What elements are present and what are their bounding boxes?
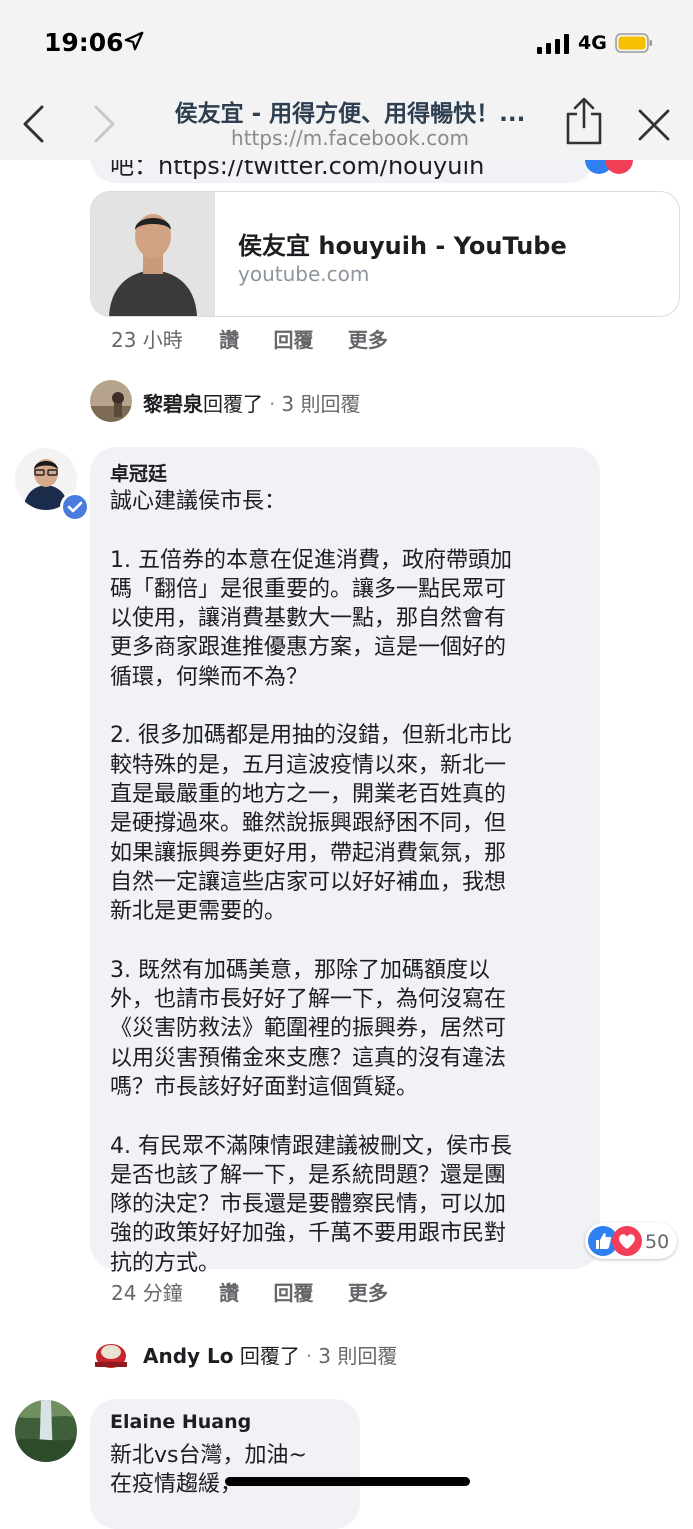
reply-count: 3 則回覆	[318, 1344, 398, 1368]
browser-chrome: 19:06 4G 侯友宜 - 用得方便、用得暢快！... https://m.f…	[0, 0, 693, 160]
reply-count: 3 則回覆	[281, 392, 361, 416]
reply-author-name: Andy Lo	[143, 1344, 234, 1368]
comment-author[interactable]: Elaine Huang	[110, 1411, 251, 1433]
avatar[interactable]	[15, 1400, 77, 1462]
comment-author[interactable]: 卓冠廷	[110, 459, 167, 486]
comment-body: 誠心建議侯市長： 1. 五倍券的本意在促進消費，政府帶頭加 碼「翻倍」是很重要的…	[110, 489, 512, 1276]
comment-time: 23 小時	[111, 328, 183, 352]
user-photo-icon	[90, 1332, 132, 1374]
link-preview-card[interactable]: 侯友宜 houyuih - YouTube youtube.com	[90, 191, 680, 317]
reply-verb: 回覆了	[203, 392, 263, 416]
reaction-count: 50	[645, 1231, 670, 1253]
separator-dot: ·	[269, 392, 276, 416]
user-photo-icon	[90, 380, 132, 422]
avatar	[90, 380, 132, 422]
comment-actions: 24 分鐘 讚 回覆 更多	[111, 1277, 416, 1306]
user-photo-icon	[15, 1400, 77, 1462]
close-icon[interactable]	[637, 108, 671, 142]
back-icon[interactable]	[20, 104, 46, 144]
more-button[interactable]: 更多	[348, 324, 388, 353]
like-button[interactable]: 讚	[219, 1277, 239, 1306]
link-preview-domain: youtube.com	[238, 262, 370, 286]
reply-button[interactable]: 回覆	[274, 1277, 314, 1306]
forward-icon[interactable]	[92, 104, 118, 144]
status-time: 19:06	[44, 28, 124, 57]
comment-bubble: Elaine Huang 新北vs台灣，加油~ 在疫情趨緩，	[90, 1399, 360, 1529]
like-button[interactable]: 讚	[219, 324, 239, 353]
link-preview-title: 侯友宜 houyuih - YouTube	[238, 232, 567, 260]
network-type: 4G	[578, 32, 607, 54]
reply-button[interactable]: 回覆	[274, 324, 314, 353]
comment-body: 新北vs台灣，加油~ 在疫情趨緩，	[110, 1443, 307, 1498]
person-photo-icon	[91, 192, 215, 316]
page-url[interactable]: https://m.facebook.com	[150, 126, 550, 150]
link-thumbnail	[91, 192, 215, 316]
reaction-summary[interactable]: 50	[585, 1223, 677, 1259]
more-button[interactable]: 更多	[348, 1277, 388, 1306]
reply-verb: 回覆了	[239, 1344, 300, 1368]
battery-icon	[615, 33, 652, 53]
cellular-signal-icon	[537, 34, 569, 54]
comment-time: 24 分鐘	[111, 1281, 183, 1305]
reply-author-name: 黎碧泉	[143, 392, 203, 416]
page-title: 侯友宜 - 用得方便、用得暢快！...	[174, 101, 526, 127]
separator-dot: ·	[305, 1344, 313, 1368]
verified-badge-icon	[60, 492, 90, 522]
share-icon[interactable]	[565, 96, 603, 146]
comment-bubble: 卓冠廷 誠心建議侯市長： 1. 五倍券的本意在促進消費，政府帶頭加 碼「翻倍」是…	[90, 447, 600, 1276]
location-arrow-icon	[124, 31, 144, 51]
avatar	[90, 1332, 132, 1374]
love-reaction-icon	[612, 1226, 642, 1256]
home-indicator[interactable]	[225, 1477, 470, 1486]
previous-comment-actions: 23 小時 讚 回覆 更多	[111, 324, 416, 353]
